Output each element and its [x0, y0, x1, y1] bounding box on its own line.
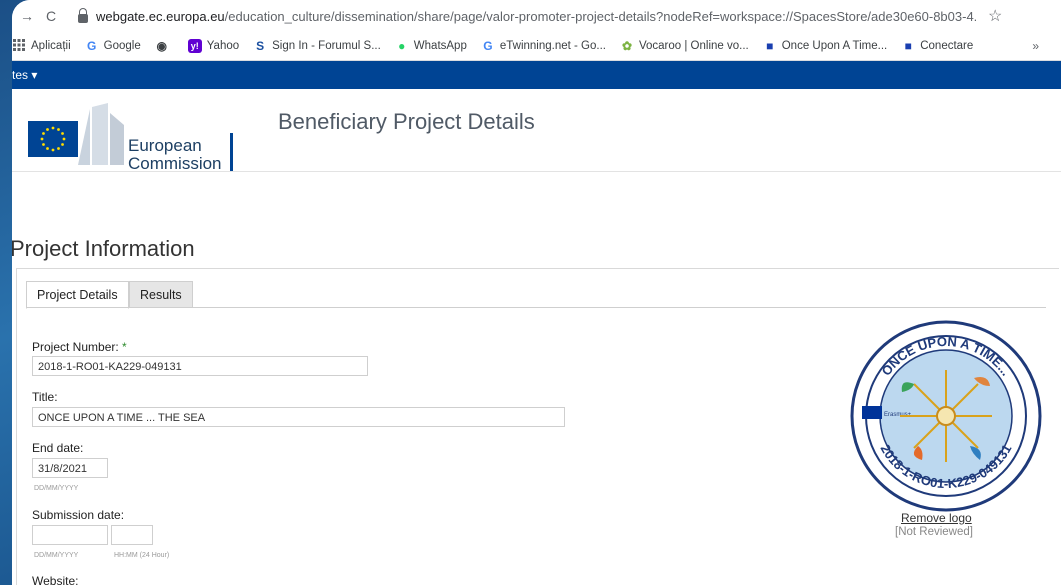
bookmarks-overflow-icon[interactable]: » [1032, 39, 1039, 53]
end-date-label: End date: [32, 441, 84, 455]
european-commission-logo[interactable]: European Commission [12, 99, 252, 173]
title-label: Title: [32, 390, 58, 404]
google-icon: G [86, 39, 97, 53]
site-nav-band: tes ▾ [12, 61, 1061, 89]
whatsapp-icon: ● [398, 39, 406, 53]
bookmark-label: eTwinning.net - Go... [499, 40, 606, 52]
bookmark-item[interactable]: ◉ [155, 39, 174, 53]
logo-divider [230, 133, 233, 171]
page-title: Beneficiary Project Details [278, 109, 535, 134]
bookmark-item[interactable]: ✿ Vocaroo | Online vo... [620, 39, 749, 53]
bookmark-label: Conectare [920, 40, 974, 52]
org-name: European Commission [128, 137, 222, 173]
project-number-label-text: Project Number: [32, 340, 119, 354]
reload-icon[interactable]: C [46, 8, 64, 24]
address-bar: → C webgate.ec.europa.eu/education_cultu… [12, 0, 1061, 32]
bookmark-item[interactable]: ■ Conectare [901, 39, 974, 53]
building-icon [78, 103, 124, 165]
project-number-label: Project Number: * [32, 340, 127, 354]
bookmark-label: Google [103, 40, 141, 52]
page-icon: ■ [904, 39, 912, 53]
eu-flag-icon [28, 121, 78, 157]
bookmark-label: WhatsApp [413, 40, 467, 52]
lock-icon[interactable] [78, 7, 88, 23]
vocaroo-icon: ✿ [621, 39, 633, 53]
org-name-line1: European [128, 136, 202, 155]
remove-logo-link[interactable]: Remove logo [901, 511, 972, 525]
logo-review-status: [Not Reviewed] [895, 526, 973, 538]
org-name-line2: Commission [128, 154, 222, 173]
submission-date-field[interactable] [32, 525, 108, 545]
browser-window: → C webgate.ec.europa.eu/education_cultu… [12, 0, 1061, 585]
forward-icon[interactable]: → [20, 8, 38, 24]
section-title: Project Information [12, 236, 195, 261]
site-nav-menu[interactable]: tes ▾ [12, 68, 37, 82]
yahoo-icon: y! [187, 39, 202, 53]
bookmark-label: Sign In - Forumul S... [272, 40, 381, 52]
bookmark-item[interactable]: G Google [85, 39, 141, 53]
bookmark-label: Yahoo [206, 40, 240, 52]
bookmark-label: Vocaroo | Online vo... [638, 40, 749, 52]
globe-icon: ◉ [156, 39, 167, 53]
tab-project-details[interactable]: Project Details [26, 281, 129, 309]
url-path: /education_culture/dissemination/share/p… [224, 8, 976, 24]
end-date-field[interactable]: 31/8/2021 [32, 458, 108, 478]
bookmark-label: Once Upon A Time... [781, 40, 888, 52]
end-date-hint: DD/MM/YYYY [34, 485, 79, 492]
website-label: Website: [32, 574, 79, 585]
bookmark-item[interactable]: y! Yahoo [187, 39, 240, 53]
project-logo-image: ONCE UPON A TIME... 2018-1-RO01-K229-049… [850, 320, 1042, 512]
bookmark-star-icon[interactable]: ☆ [988, 6, 1002, 26]
submission-time-hint: HH:MM (24 Hour) [114, 552, 170, 559]
page-icon: ■ [766, 39, 774, 53]
url-domain: webgate.ec.europa.eu [96, 8, 225, 24]
bookmark-item[interactable]: GeTwinning.net - Go... [481, 39, 606, 53]
url-field[interactable]: webgate.ec.europa.eu/education_culture/d… [96, 9, 976, 24]
bookmark-item[interactable]: ■ Once Upon A Time... [763, 39, 887, 53]
project-number-field[interactable]: 2018-1-RO01-KA229-049131 [32, 356, 368, 376]
tab-divider [26, 307, 1046, 308]
required-mark: * [122, 340, 127, 354]
s-icon: S [256, 39, 265, 53]
submission-date-hint: DD/MM/YYYY [34, 552, 79, 559]
tab-results[interactable]: Results [129, 281, 193, 308]
site-header: European Commission Beneficiary Project … [12, 89, 1061, 173]
bookmark-item[interactable]: ● WhatsApp [395, 39, 467, 53]
apps-icon [12, 39, 26, 53]
google-icon: G [483, 39, 493, 53]
bookmarks-bar: Aplicații G Google ◉ y! Yahoo S Sign In - Forum… [12, 32, 1061, 61]
bookmark-item[interactable]: S Sign In - Forumul S... [253, 39, 381, 53]
title-field[interactable]: ONCE UPON A TIME ... THE SEA [32, 407, 565, 427]
bookmark-label: Aplicații [31, 40, 71, 52]
submission-time-field[interactable] [111, 525, 153, 545]
submission-date-label: Submission date: [32, 508, 125, 522]
bookmark-item[interactable]: Aplicații [12, 39, 71, 53]
